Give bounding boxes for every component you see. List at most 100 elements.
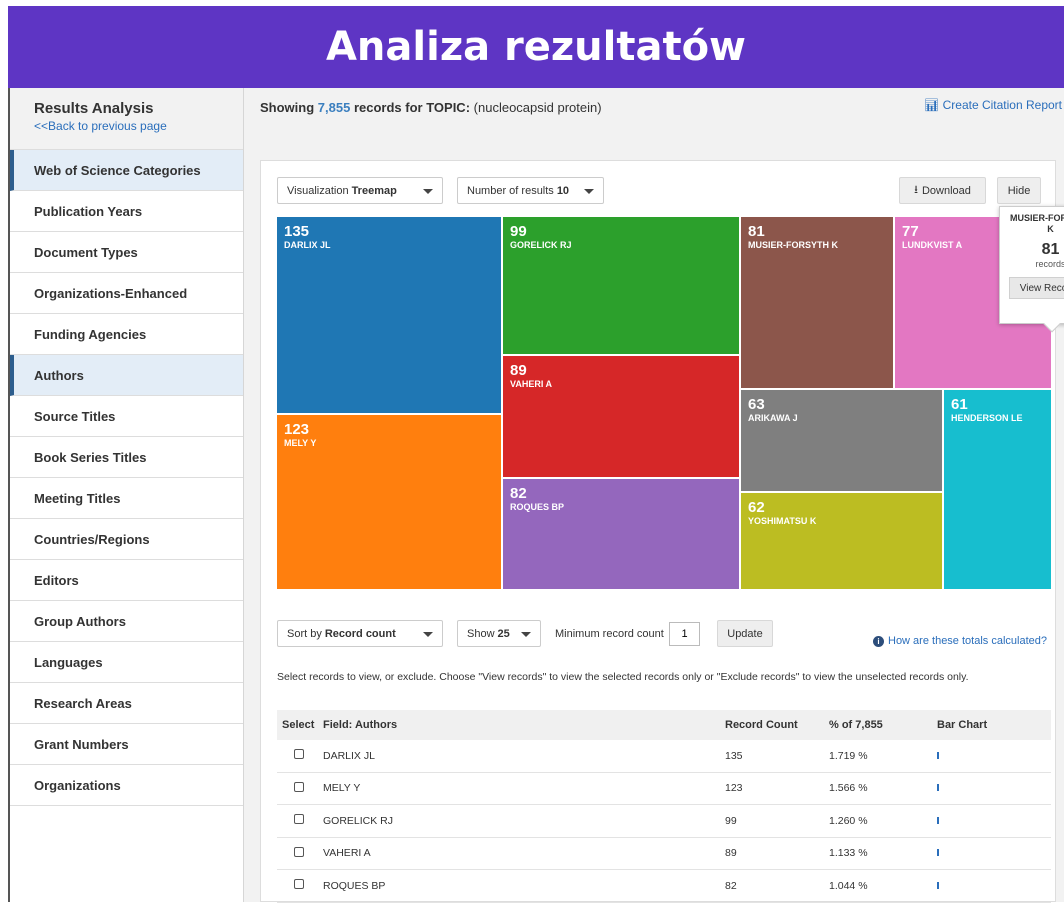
num-results-label: Number of results — [467, 185, 554, 197]
header-bar-chart: Bar Chart — [937, 719, 1047, 731]
treemap-tile[interactable]: 61HENDERSON LE — [944, 390, 1051, 589]
tile-value: 89 — [510, 362, 739, 379]
how-calculated-link[interactable]: i How are these totals calculated? — [873, 635, 1047, 647]
treemap-tile[interactable]: 63ARIKAWA J — [741, 390, 942, 491]
table-row: MELY Y1231.566 % — [277, 773, 1051, 806]
chevron-down-icon — [423, 189, 433, 194]
tile-label: VAHERI A — [510, 379, 739, 389]
sidebar-item-organizations-enhanced[interactable]: Organizations-Enhanced — [10, 273, 243, 314]
treemap-tile[interactable]: 135DARLIX JL — [277, 217, 501, 413]
num-results-value: 10 — [557, 185, 569, 197]
table-row: ROQUES BP821.044 % — [277, 870, 1051, 903]
tile-value: 99 — [510, 223, 739, 240]
show-count-select[interactable]: Show 25 — [457, 620, 541, 647]
row-checkbox[interactable] — [294, 847, 304, 857]
sidebar-item-source-titles[interactable]: Source Titles — [10, 396, 243, 437]
tile-value: 62 — [748, 499, 942, 516]
row-percent: 1.260 % — [829, 815, 937, 827]
row-checkbox[interactable] — [294, 749, 304, 759]
record-count: 7,855 — [318, 100, 351, 115]
sidebar-item-group-authors[interactable]: Group Authors — [10, 601, 243, 642]
sidebar-item-languages[interactable]: Languages — [10, 642, 243, 683]
info-icon: i — [873, 636, 884, 647]
min-record-count-label: Minimum record count — [555, 628, 664, 640]
row-bar-chart — [937, 750, 1047, 762]
selection-instructions: Select records to view, or exclude. Choo… — [277, 671, 969, 683]
results-table: Select Field: Authors Record Count % of … — [277, 710, 1051, 903]
row-field[interactable]: MELY Y — [323, 782, 725, 794]
row-field[interactable]: DARLIX JL — [323, 750, 725, 762]
sidebar-item-publication-years[interactable]: Publication Years — [10, 191, 243, 232]
row-percent: 1.719 % — [829, 750, 937, 762]
row-percent: 1.133 % — [829, 847, 937, 859]
results-summary: Showing 7,855 records for TOPIC: (nucleo… — [260, 100, 602, 115]
treemap-tile[interactable]: 82ROQUES BP — [503, 479, 739, 589]
tooltip-count: 81 — [1000, 241, 1064, 259]
row-field[interactable]: GORELICK RJ — [323, 815, 725, 827]
sidebar-item-meeting-titles[interactable]: Meeting Titles — [10, 478, 243, 519]
treemap-tile[interactable]: 123MELY Y — [277, 415, 501, 589]
sort-by-select[interactable]: Sort by Record count — [277, 620, 443, 647]
row-bar — [937, 817, 939, 824]
row-record-count: 123 — [725, 782, 829, 794]
bar-chart-icon: 📊︎ — [924, 98, 939, 112]
treemap-tile[interactable]: 89VAHERI A — [503, 356, 739, 477]
treemap-tile[interactable]: 81MUSIER-FORSYTH K — [741, 217, 893, 388]
back-link[interactable]: <<Back to previous page — [34, 119, 243, 133]
hide-button[interactable]: Hide — [997, 177, 1041, 204]
row-select-cell — [277, 814, 323, 827]
row-checkbox[interactable] — [294, 879, 304, 889]
sidebar-item-funding-agencies[interactable]: Funding Agencies — [10, 314, 243, 355]
sidebar-item-organizations[interactable]: Organizations — [10, 765, 243, 806]
row-bar — [937, 752, 939, 759]
download-label: Download — [922, 185, 971, 197]
slide-title: Analiza rezultatów — [326, 24, 746, 70]
tile-label: ROQUES BP — [510, 502, 739, 512]
visualization-label: Visualization — [287, 185, 349, 197]
min-record-count-input[interactable]: 1 — [669, 622, 700, 646]
sort-label: Sort by — [287, 628, 322, 640]
tile-value: 61 — [951, 396, 1051, 413]
tile-label: ARIKAWA J — [748, 413, 942, 423]
update-button[interactable]: Update — [717, 620, 773, 647]
treemap-tile[interactable]: 62YOSHIMATSU K — [741, 493, 942, 589]
view-records-button[interactable]: View Records — [1009, 277, 1064, 299]
header-record-count: Record Count — [725, 719, 829, 731]
number-of-results-select[interactable]: Number of results 10 — [457, 177, 604, 204]
tile-label: GORELICK RJ — [510, 240, 739, 250]
visualization-select[interactable]: Visualization Treemap — [277, 177, 443, 204]
chevron-down-icon — [584, 189, 594, 194]
row-field[interactable]: ROQUES BP — [323, 880, 725, 892]
tile-label: MUSIER-FORSYTH K — [748, 240, 893, 250]
row-bar-chart — [937, 880, 1047, 892]
row-checkbox[interactable] — [294, 814, 304, 824]
row-select-cell — [277, 782, 323, 795]
row-percent: 1.044 % — [829, 880, 937, 892]
tile-label: DARLIX JL — [284, 240, 501, 250]
create-citation-report-link[interactable]: 📊︎ Create Citation Report — [924, 98, 1062, 112]
header-percent: % of 7,855 — [829, 719, 937, 731]
row-checkbox[interactable] — [294, 782, 304, 792]
sidebar-item-grant-numbers[interactable]: Grant Numbers — [10, 724, 243, 765]
main-content: Showing 7,855 records for TOPIC: (nucleo… — [244, 88, 1064, 902]
table-row: VAHERI A891.133 % — [277, 838, 1051, 871]
sidebar-item-document-types[interactable]: Document Types — [10, 232, 243, 273]
header-select: Select — [277, 719, 323, 731]
sidebar-item-authors[interactable]: Authors — [10, 355, 243, 396]
sidebar-item-book-series-titles[interactable]: Book Series Titles — [10, 437, 243, 478]
download-icon: ⭳ — [914, 181, 918, 200]
row-record-count: 99 — [725, 815, 829, 827]
sidebar-item-research-areas[interactable]: Research Areas — [10, 683, 243, 724]
tile-label: MELY Y — [284, 438, 501, 448]
treemap-tile[interactable]: 99GORELICK RJ — [503, 217, 739, 354]
sidebar-item-editors[interactable]: Editors — [10, 560, 243, 601]
slide-title-banner: Analiza rezultatów — [8, 6, 1064, 88]
visualization-value: Treemap — [352, 185, 397, 197]
tooltip-records-label: records — [1000, 259, 1064, 269]
row-field[interactable]: VAHERI A — [323, 847, 725, 859]
sidebar-item-countries-regions[interactable]: Countries/Regions — [10, 519, 243, 560]
tooltip-author-name: MUSIER-FORSYTH K — [1008, 213, 1064, 235]
sidebar-header: Results Analysis <<Back to previous page — [10, 88, 243, 150]
sidebar-item-web-of-science-categories[interactable]: Web of Science Categories — [10, 150, 243, 191]
download-button[interactable]: ⭳ Download — [899, 177, 986, 204]
